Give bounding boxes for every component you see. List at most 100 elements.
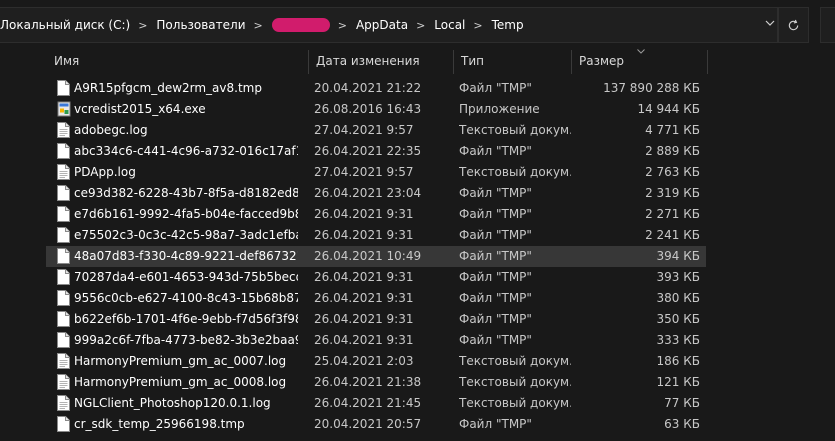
file-name: cr_sdk_temp_25966198.tmp [74,417,245,431]
breadcrumb-temp[interactable]: Temp [492,18,524,32]
breadcrumb-appdata[interactable]: AppData [356,18,408,32]
file-date: 26.08.2016 16:43 [314,102,422,116]
chevron-right-icon[interactable]: > [254,19,263,32]
file-row[interactable]: PDApp.log 27.04.2021 9:57 Текстовый доку… [46,162,706,183]
chevron-right-icon[interactable]: > [338,19,347,32]
file-size: 77 КБ [664,396,700,410]
file-date: 27.04.2021 9:57 [314,165,414,179]
file-name: HarmonyPremium_gm_ac_0007.log [74,354,287,368]
file-size: 121 КБ [656,375,700,389]
text-file-icon [57,374,70,390]
file-type: Файл "TMP" [459,144,532,158]
file-icon [57,185,70,201]
address-dropdown-icon[interactable] [765,18,775,31]
file-date: 20.04.2021 20:57 [314,417,422,431]
text-file-icon [57,164,70,180]
column-header-type[interactable]: Тип [453,50,571,72]
file-name: abc334c6-c441-4c96-a732-016c17af14e7.... [74,144,298,158]
address-bar[interactable]: Локальный диск (C:) > Пользователи > > A… [0,7,778,43]
file-size: 4 771 КБ [645,123,700,137]
file-row[interactable]: b622ef6b-1701-4f6e-9ebb-f7d56f3f988d.t..… [46,309,706,330]
file-date: 20.04.2021 21:22 [314,81,422,95]
file-icon [57,416,70,432]
file-name: adobegc.log [74,123,148,137]
file-size: 2 889 КБ [645,144,700,158]
breadcrumb-users[interactable]: Пользователи [156,18,245,32]
file-size: 333 КБ [656,333,700,347]
file-icon [57,206,70,222]
file-name: b622ef6b-1701-4f6e-9ebb-f7d56f3f988d.t..… [74,312,298,326]
file-date: 26.04.2021 21:45 [314,396,422,410]
file-row[interactable]: cr_sdk_temp_25966198.tmp 20.04.2021 20:5… [46,414,706,435]
file-type: Файл "TMP" [459,186,532,200]
file-type: Файл "TMP" [459,312,532,326]
file-type: Текстовый докум... [459,165,571,179]
column-header-name[interactable]: Имя [46,50,308,72]
redacted-username[interactable] [271,18,330,32]
file-row[interactable]: abc334c6-c441-4c96-a732-016c17af14e7....… [46,141,706,162]
chevron-right-icon[interactable]: > [473,19,482,32]
file-row[interactable]: vcredist2015_x64.exe 26.08.2016 16:43 Пр… [46,99,706,120]
file-date: 26.04.2021 9:31 [314,228,414,242]
file-size: 186 КБ [656,354,700,368]
file-row[interactable]: adobegc.log 27.04.2021 9:57 Текстовый до… [46,120,706,141]
file-size: 393 КБ [656,270,700,284]
file-type: Файл "TMP" [459,207,532,221]
file-row[interactable]: 70287da4-e601-4653-943d-75b5becd2b1... 2… [46,267,706,288]
file-type: Файл "TMP" [459,333,532,347]
refresh-button[interactable] [778,7,809,43]
breadcrumb-local[interactable]: Local [434,18,465,32]
file-date: 26.04.2021 10:49 [314,249,422,263]
file-row[interactable]: ce93d382-6228-43b7-8f5a-d8182ed8f366....… [46,183,706,204]
breadcrumb-local-disk[interactable]: Локальный диск (C:) [0,18,130,32]
file-type: Текстовый докум... [459,354,571,368]
file-row[interactable]: 48a07d83-f330-4c89-9221-def867321cbc....… [46,246,706,267]
file-name: e7d6b161-9992-4fa5-b04e-facced9b88b7.... [74,207,298,221]
file-name: 48a07d83-f330-4c89-9221-def867321cbc.... [74,249,298,263]
chevron-right-icon[interactable]: > [416,19,425,32]
file-icon [57,311,70,327]
text-file-icon [57,122,70,138]
file-type: Файл "TMP" [459,81,532,95]
file-type: Приложение [459,102,540,116]
file-row[interactable]: HarmonyPremium_gm_ac_0008.log 26.04.2021… [46,372,706,393]
file-date: 26.04.2021 23:04 [314,186,422,200]
file-date: 26.04.2021 9:31 [314,270,414,284]
file-type: Текстовый докум... [459,123,571,137]
file-row[interactable]: NGLClient_Photoshop120.0.1.log 26.04.202… [46,393,706,414]
file-size: 2 271 КБ [645,207,700,221]
file-name: A9R15pfgcm_dew2rm_av8.tmp [74,81,262,95]
text-file-icon [57,395,70,411]
file-icon [57,332,70,348]
file-row[interactable]: 999a2c6f-7fba-4773-be82-3b3e2baa96ef.t..… [46,330,706,351]
file-type: Файл "TMP" [459,270,532,284]
refresh-icon [788,19,799,30]
file-size: 63 КБ [664,417,700,431]
file-size: 2 763 КБ [645,165,700,179]
file-type: Файл "TMP" [459,291,532,305]
search-input[interactable] [820,7,835,43]
chevron-right-icon[interactable]: > [138,19,147,32]
file-size: 380 КБ [656,291,700,305]
file-type: Файл "TMP" [459,228,532,242]
file-row[interactable]: 9556c0cb-e627-4100-8c43-15b68b87f5dd... … [46,288,706,309]
file-row[interactable]: e75502c3-0c3c-42c5-98a7-3adc1efba4a0....… [46,225,706,246]
file-icon [57,80,70,96]
file-name: ce93d382-6228-43b7-8f5a-d8182ed8f366.... [74,186,298,200]
text-file-icon [57,353,70,369]
installer-icon [57,101,71,117]
file-size: 2 241 КБ [645,228,700,242]
file-date: 26.04.2021 9:31 [314,291,414,305]
file-name: e75502c3-0c3c-42c5-98a7-3adc1efba4a0.... [74,228,298,242]
file-date: 26.04.2021 9:31 [314,207,414,221]
file-type: Текстовый докум... [459,375,571,389]
file-name: vcredist2015_x64.exe [74,102,206,116]
column-divider[interactable] [707,50,708,74]
file-row[interactable]: HarmonyPremium_gm_ac_0007.log 25.04.2021… [46,351,706,372]
column-header-date[interactable]: Дата изменения [308,50,453,72]
file-row[interactable]: e7d6b161-9992-4fa5-b04e-facced9b88b7....… [46,204,706,225]
file-row[interactable]: A9R15pfgcm_dew2rm_av8.tmp 20.04.2021 21:… [46,78,706,99]
file-name: HarmonyPremium_gm_ac_0008.log [74,375,287,389]
file-size: 394 КБ [656,249,700,263]
file-date: 26.04.2021 21:38 [314,375,422,389]
